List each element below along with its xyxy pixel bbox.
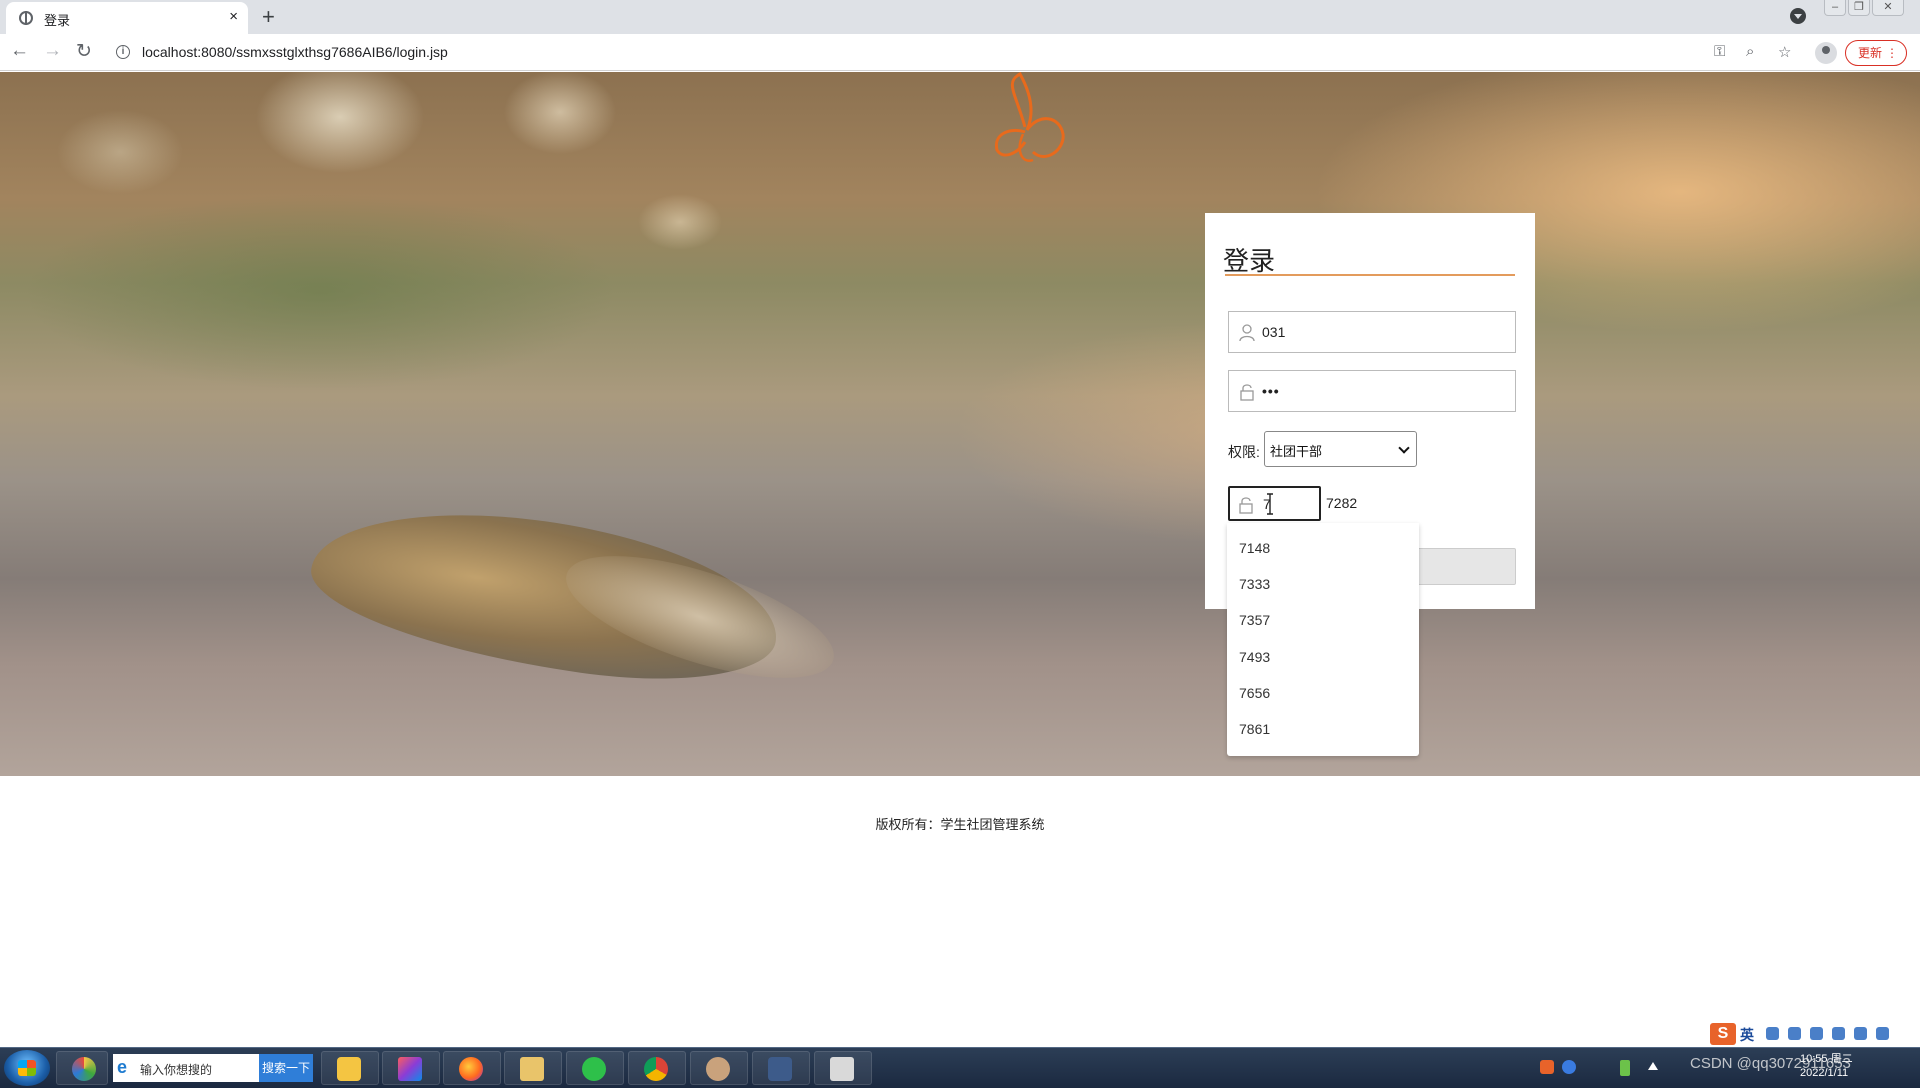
browser-tab[interactable]: 登录 × (6, 2, 248, 34)
autocomplete-dropdown: 7148 7333 7357 7493 7656 7861 (1227, 523, 1419, 756)
windows-taskbar: e 输入你想搜的 搜索一下 10:55 周二 2022/1/11 (0, 1047, 1920, 1088)
wechat-icon[interactable] (566, 1051, 624, 1085)
reload-icon[interactable]: ↻ (76, 40, 92, 63)
autocomplete-item[interactable]: 7333 (1239, 576, 1270, 592)
key-icon[interactable]: ⚿ (1714, 43, 1725, 60)
lock-icon (1239, 497, 1253, 514)
mic-icon[interactable] (1788, 1027, 1801, 1040)
permission-label: 权限: (1228, 444, 1260, 460)
tool-app-icon[interactable] (814, 1051, 872, 1085)
autocomplete-item[interactable]: 7656 (1239, 685, 1270, 701)
avatar-app-icon[interactable] (690, 1051, 748, 1085)
title-divider (1225, 274, 1515, 276)
username-value: 031 (1262, 324, 1286, 340)
kebab-menu-icon[interactable]: ⋮ (1886, 41, 1898, 65)
chrome-icon[interactable] (628, 1051, 686, 1085)
password-field[interactable]: ••• (1228, 370, 1516, 412)
battery-icon[interactable] (1620, 1060, 1630, 1076)
app-icon-360[interactable] (56, 1051, 108, 1085)
zoom-icon[interactable]: ⌕ (1746, 43, 1754, 60)
forward-icon[interactable]: → (43, 40, 62, 62)
autocomplete-item[interactable]: 7861 (1239, 721, 1270, 737)
close-window-icon[interactable]: ✕ (1872, 0, 1904, 16)
leaf-highlight (552, 530, 848, 704)
new-tab-button[interactable]: + (262, 4, 275, 30)
autocomplete-item[interactable]: 7148 (1239, 540, 1270, 556)
autocomplete-item[interactable]: 7493 (1239, 649, 1270, 665)
emoji-icon[interactable] (1766, 1027, 1779, 1040)
password-value: ••• (1262, 383, 1280, 399)
watermark-text: CSDN @qq3072911653 (1690, 1055, 1851, 1072)
login-title: 登录 (1223, 246, 1276, 276)
sublime-icon[interactable] (752, 1051, 810, 1085)
butterfly-logo (994, 72, 1065, 162)
tray-expand-icon[interactable] (1648, 1062, 1658, 1070)
restore-icon[interactable]: ❐ (1848, 0, 1870, 16)
grid-icon[interactable] (1876, 1027, 1889, 1040)
back-icon[interactable]: ← (10, 40, 29, 62)
browser-tab-bar: 登录 × + – ❐ ✕ (0, 0, 1920, 34)
permission-select[interactable]: 社团干部 (1264, 431, 1417, 467)
captcha-input[interactable]: 7 (1228, 486, 1321, 521)
start-button[interactable] (4, 1050, 50, 1086)
folder-app-icon[interactable] (321, 1051, 379, 1085)
text-cursor-icon (1267, 493, 1273, 515)
help-tray-icon[interactable] (1562, 1060, 1576, 1074)
intellij-icon[interactable] (382, 1051, 440, 1085)
sogou-icon[interactable]: S (1710, 1023, 1736, 1045)
skin-icon[interactable] (1832, 1027, 1845, 1040)
file-explorer-icon[interactable] (504, 1051, 562, 1085)
url-text: localhost:8080/ssmxsstglxthsg7686AIB6/lo… (142, 44, 448, 60)
shirt-icon[interactable] (1854, 1027, 1867, 1040)
close-tab-icon[interactable]: × (229, 8, 238, 25)
address-bar[interactable]: i localhost:8080/ssmxsstglxthsg7686AIB6/… (108, 39, 1708, 66)
browser-toolbar: ← → ↻ i localhost:8080/ssmxsstglxthsg768… (0, 34, 1920, 71)
keyboard-icon[interactable] (1810, 1027, 1823, 1040)
info-icon[interactable]: i (116, 45, 130, 59)
lock-icon (1240, 384, 1254, 401)
firefox-icon[interactable] (443, 1051, 501, 1085)
minimize-icon[interactable]: – (1824, 0, 1846, 16)
star-icon[interactable]: ☆ (1778, 43, 1791, 61)
update-label: 更新 (1858, 46, 1883, 60)
tab-search-icon[interactable] (1790, 8, 1806, 24)
update-button[interactable]: 更新 ⋮ (1845, 40, 1907, 66)
hero-background (0, 72, 1920, 776)
ie-icon: e (117, 1057, 128, 1077)
taskbar-search-button[interactable]: 搜索一下 (259, 1054, 313, 1082)
captcha-code[interactable]: 7282 (1326, 495, 1357, 511)
sogou-tray-icon[interactable] (1540, 1060, 1554, 1074)
globe-icon (19, 11, 33, 25)
ime-language[interactable]: 英 (1740, 1025, 1754, 1045)
chevron-down-icon (1398, 442, 1410, 454)
footer-copyright: 版权所有：学生社团管理系统 (875, 817, 1045, 832)
tab-title: 登录 (44, 13, 71, 28)
username-field[interactable]: 031 (1228, 311, 1516, 353)
autocomplete-item[interactable]: 7357 (1239, 612, 1270, 628)
permission-selected: 社团干部 (1270, 444, 1323, 459)
profile-avatar[interactable] (1815, 42, 1837, 64)
taskbar-search-placeholder: 输入你想搜的 (140, 1063, 213, 1077)
user-icon (1239, 324, 1255, 342)
taskbar-search-box[interactable]: e 输入你想搜的 (113, 1054, 259, 1082)
